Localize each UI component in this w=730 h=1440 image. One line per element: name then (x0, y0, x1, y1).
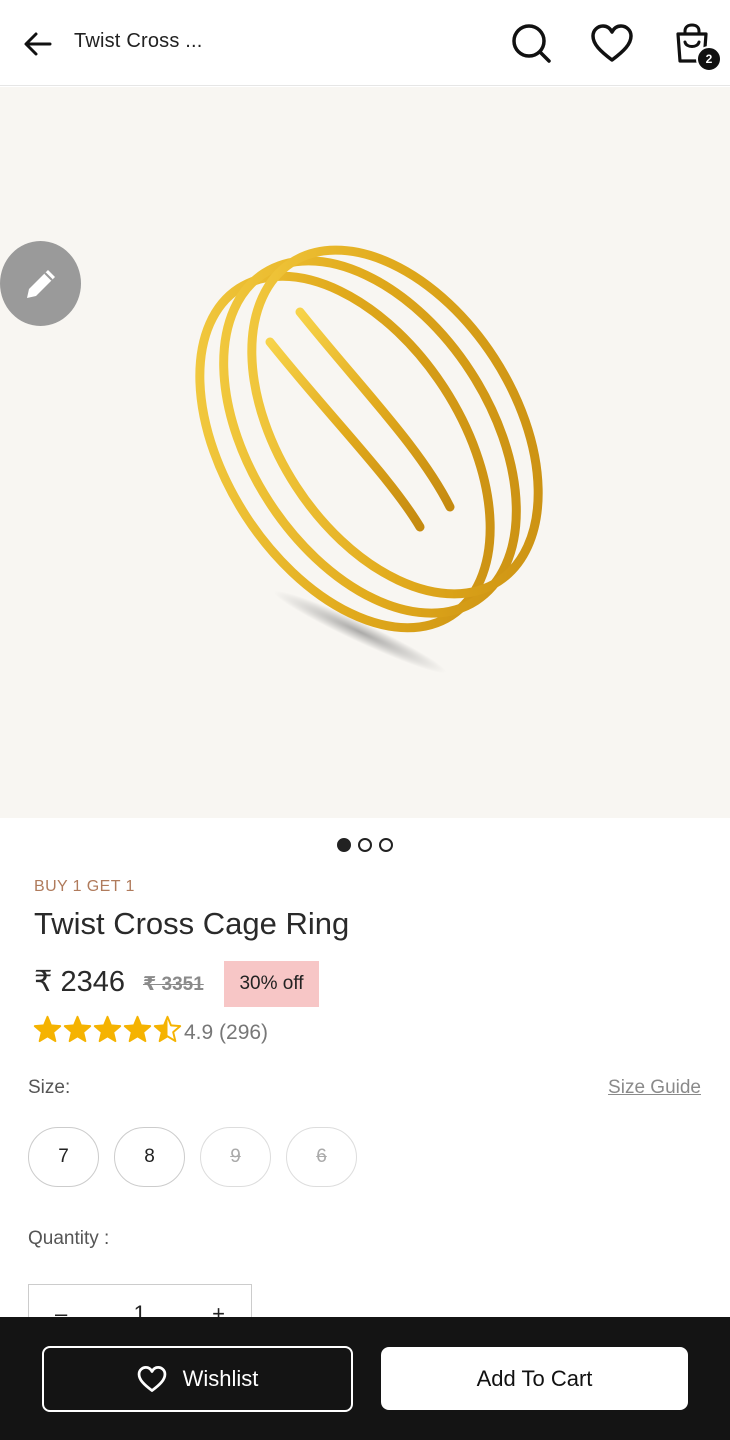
search-button[interactable] (508, 20, 554, 66)
wishlist-button-label: Wishlist (182, 1366, 259, 1391)
size-option-7[interactable]: 7 (28, 1127, 99, 1187)
rating-text: 4.9 (296) (184, 1021, 269, 1044)
star-rating (33, 1015, 182, 1044)
add-to-cart-label: Add To Cart (476, 1365, 593, 1391)
product-name: Twist Cross Cage Ring (34, 906, 350, 941)
bottom-action-bar: Wishlist Add To Cart (0, 1317, 730, 1440)
ring-image (195, 245, 543, 674)
size-option-8[interactable]: 8 (114, 1127, 185, 1187)
size-guide-link[interactable]: Size Guide (608, 1077, 701, 1099)
star-full-icon (93, 1015, 122, 1043)
wishlist-button[interactable]: Wishlist (42, 1346, 353, 1412)
back-arrow-icon (24, 32, 52, 56)
carousel-dot[interactable] (379, 838, 393, 852)
search-icon (512, 24, 551, 63)
size-option-9[interactable]: 9 (200, 1127, 271, 1187)
size-option-6[interactable]: 6 (286, 1127, 357, 1187)
promo-tag: BUY 1 GET 1 (34, 878, 135, 895)
wishlist-header-button[interactable] (589, 20, 635, 66)
heart-outline-icon (137, 1366, 166, 1392)
size-options: 7 8 9 6 (28, 1127, 357, 1187)
product-image[interactable] (0, 87, 730, 818)
edit-button[interactable] (0, 241, 81, 326)
star-full-icon (63, 1015, 92, 1043)
back-button[interactable] (18, 24, 58, 64)
carousel-dot-active[interactable] (337, 838, 351, 852)
quantity-label: Quantity : (28, 1228, 110, 1249)
heart-icon (591, 24, 633, 62)
pencil-icon (26, 269, 55, 298)
star-full-icon (123, 1015, 152, 1043)
original-price: ₹ 3351 (143, 974, 204, 995)
add-to-cart-button[interactable]: Add To Cart (381, 1347, 688, 1410)
carousel-indicator (0, 838, 730, 852)
discount-badge: 30% off (224, 961, 319, 1007)
page-title: Twist Cross ... (74, 30, 203, 52)
top-app-bar: Twist Cross ... 2 (0, 0, 730, 86)
cart-count-badge: 2 (696, 46, 722, 72)
star-half-icon (153, 1015, 182, 1043)
size-label: Size: (28, 1077, 71, 1098)
current-price: ₹ 2346 (34, 966, 126, 998)
carousel-dot[interactable] (358, 838, 372, 852)
star-full-icon (33, 1015, 62, 1043)
